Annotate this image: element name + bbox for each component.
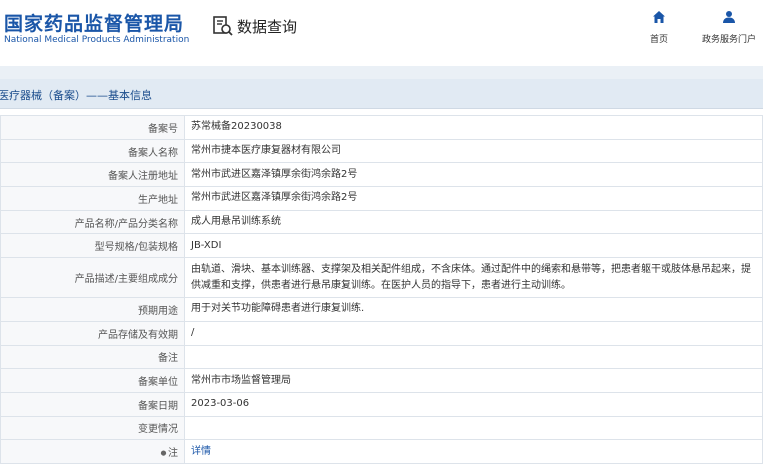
row-value: 由轨道、滑块、基本训练器、支撑架及相关配件组成，不含床体。通过配件中的绳索和悬带… bbox=[184, 257, 763, 299]
row-key: 型号规格/包装规格 bbox=[0, 233, 185, 259]
table-row: 产品存储及有效期 / bbox=[0, 320, 763, 346]
site-header: 国家药品监督管理局 National Medical Products Admi… bbox=[0, 0, 763, 66]
row-value: 2023-03-06 bbox=[184, 391, 763, 417]
table-row: 型号规格/包装规格 JB-XDI bbox=[0, 233, 763, 259]
table-row: 备案人注册地址 常州市武进区嘉泽镇厚余街鸿余路2号 bbox=[0, 162, 763, 188]
nav-home-label: 首页 bbox=[649, 35, 668, 45]
row-value: 详情 bbox=[184, 439, 763, 464]
row-key: 预期用途 bbox=[0, 297, 185, 322]
row-key: 备案日期 bbox=[0, 391, 185, 417]
row-value: 常州市武进区嘉泽镇厚余街鸿余路2号 bbox=[184, 162, 763, 188]
logo-title-cn[interactable]: 国家药品监督管理局 bbox=[4, 9, 184, 36]
record-info-table: 备案号 苏常械备20230038 备案人名称 常州市捷本医疗康复器材有限公司 备… bbox=[0, 115, 763, 464]
row-key: 备案单位 bbox=[0, 368, 185, 393]
row-key: 生产地址 bbox=[0, 186, 185, 211]
row-key: 产品描述/主要组成成分 bbox=[0, 257, 185, 299]
nav-gov-portal[interactable]: 政务服务门户 bbox=[694, 10, 763, 45]
row-key: 产品存储及有效期 bbox=[0, 320, 185, 346]
nav-home[interactable]: 首页 bbox=[624, 10, 694, 45]
row-value: 常州市捷本医疗康复器材有限公司 bbox=[184, 138, 763, 164]
table-row: 预期用途 用于对关节功能障碍患者进行康复训练. bbox=[0, 297, 763, 322]
logo-title-en[interactable]: National Medical Products Administration bbox=[4, 35, 189, 45]
row-key: 备注 bbox=[0, 344, 185, 370]
pin-icon bbox=[160, 450, 167, 456]
row-value: 常州市武进区嘉泽镇厚余街鸿余路2号 bbox=[184, 186, 763, 211]
table-row: 产品描述/主要组成成分 由轨道、滑块、基本训练器、支撑架及相关配件组成，不含床体… bbox=[0, 257, 763, 299]
details-link[interactable]: 详情 bbox=[191, 446, 211, 457]
home-icon bbox=[653, 11, 665, 23]
data-query-label: 数据查询 bbox=[237, 17, 298, 36]
row-value bbox=[184, 344, 763, 370]
row-value bbox=[184, 415, 763, 441]
row-key: 变更情况 bbox=[0, 415, 185, 441]
table-row: 备案单位 常州市市场监督管理局 bbox=[0, 368, 763, 393]
breadcrumb-text: 医疗器械（备案）——基本信息 bbox=[0, 89, 152, 102]
row-value: JB-XDI bbox=[184, 233, 763, 259]
table-row: 生产地址 常州市武进区嘉泽镇厚余街鸿余路2号 bbox=[0, 186, 763, 211]
row-key: 产品名称/产品分类名称 bbox=[0, 209, 185, 235]
row-value: / bbox=[184, 320, 763, 346]
table-row: 备案日期 2023-03-06 bbox=[0, 391, 763, 417]
nav-gov-portal-label: 政务服务门户 bbox=[701, 35, 756, 45]
row-key: 备案号 bbox=[0, 115, 185, 140]
row-key-note-label: 注 bbox=[168, 448, 178, 460]
breadcrumb: 医疗器械（备案）——基本信息 bbox=[0, 79, 763, 109]
data-query-button[interactable]: 数据查询 bbox=[212, 15, 297, 37]
row-value: 苏常械备20230038 bbox=[184, 115, 763, 140]
document-search-icon bbox=[213, 16, 233, 36]
row-key: 备案人注册地址 bbox=[0, 162, 185, 188]
table-row: 产品名称/产品分类名称 成人用悬吊训练系统 bbox=[0, 209, 763, 235]
table-row: 备案人名称 常州市捷本医疗康复器材有限公司 bbox=[0, 138, 763, 164]
table-row: 注 详情 bbox=[0, 439, 763, 464]
table-row: 备注 bbox=[0, 344, 763, 370]
user-icon bbox=[723, 11, 735, 23]
row-key: 备案人名称 bbox=[0, 138, 185, 164]
table-row: 备案号 苏常械备20230038 bbox=[0, 115, 763, 140]
row-value: 常州市市场监督管理局 bbox=[184, 368, 763, 393]
row-value: 用于对关节功能障碍患者进行康复训练. bbox=[184, 297, 763, 322]
row-key-note: 注 bbox=[0, 439, 185, 464]
header-divider bbox=[0, 66, 763, 79]
row-value: 成人用悬吊训练系统 bbox=[184, 209, 763, 235]
table-row: 变更情况 bbox=[0, 415, 763, 441]
